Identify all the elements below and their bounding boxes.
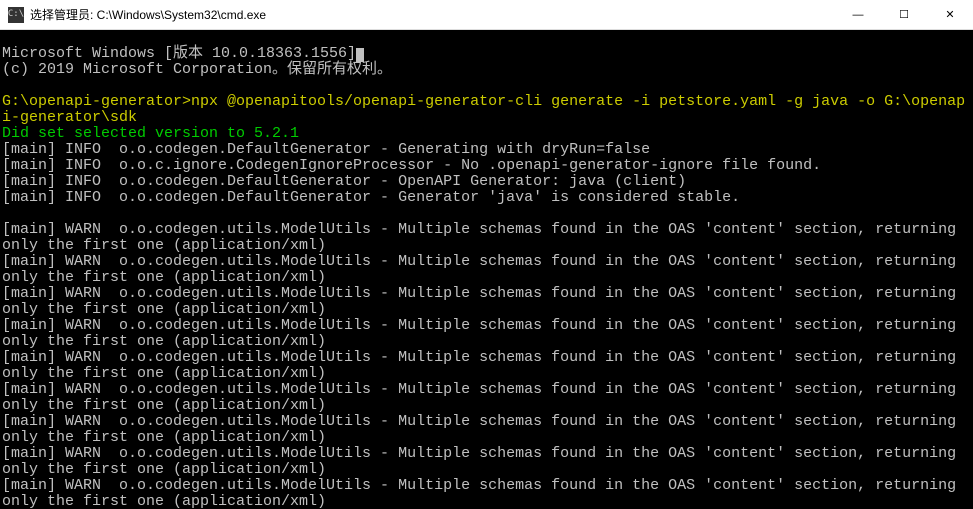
log-warn-line: [main] WARN o.o.codegen.utils.ModelUtils… <box>2 477 965 509</box>
log-info-line: [main] INFO o.o.codegen.DefaultGenerator… <box>2 141 650 158</box>
log-warn-line: [main] WARN o.o.codegen.utils.ModelUtils… <box>2 317 965 350</box>
log-warn-line: [main] WARN o.o.codegen.utils.ModelUtils… <box>2 221 965 254</box>
log-info-line: [main] INFO o.o.codegen.DefaultGenerator… <box>2 189 740 206</box>
cmd-icon: C:\ <box>8 7 24 23</box>
banner-copyright: (c) 2019 Microsoft Corporation。保留所有权利。 <box>2 61 392 78</box>
log-warn-line: [main] WARN o.o.codegen.utils.ModelUtils… <box>2 381 965 414</box>
log-warn-line: [main] WARN o.o.codegen.utils.ModelUtils… <box>2 349 965 382</box>
maximize-button[interactable]: ☐ <box>881 0 927 29</box>
did-set-line: Did set selected version to 5.2.1 <box>2 125 299 142</box>
text-cursor <box>356 48 364 62</box>
banner-version: Microsoft Windows [版本 10.0.18363.1556] <box>2 45 364 62</box>
window-buttons: — ☐ ✕ <box>835 0 973 29</box>
log-warn-line: [main] WARN o.o.codegen.utils.ModelUtils… <box>2 445 965 478</box>
log-info-line: [main] INFO o.o.c.ignore.CodegenIgnorePr… <box>2 157 821 174</box>
terminal-output[interactable]: Microsoft Windows [版本 10.0.18363.1556] (… <box>0 30 973 509</box>
log-warn-line: [main] WARN o.o.codegen.utils.ModelUtils… <box>2 253 965 286</box>
command-line: G:\openapi-generator>npx @openapitools/o… <box>2 93 965 126</box>
prompt-path: G:\openapi-generator> <box>2 93 191 110</box>
window-title: 选择管理员: C:\Windows\System32\cmd.exe <box>30 6 835 23</box>
minimize-button[interactable]: — <box>835 0 881 29</box>
log-warn-line: [main] WARN o.o.codegen.utils.ModelUtils… <box>2 413 965 446</box>
log-warn-line: [main] WARN o.o.codegen.utils.ModelUtils… <box>2 285 965 318</box>
cmd-icon-glyph: C:\ <box>8 10 24 19</box>
cmd-window: C:\ 选择管理员: C:\Windows\System32\cmd.exe —… <box>0 0 973 509</box>
log-info-line: [main] INFO o.o.codegen.DefaultGenerator… <box>2 173 686 190</box>
close-button[interactable]: ✕ <box>927 0 973 29</box>
titlebar[interactable]: C:\ 选择管理员: C:\Windows\System32\cmd.exe —… <box>0 0 973 30</box>
blank-line <box>2 77 11 94</box>
